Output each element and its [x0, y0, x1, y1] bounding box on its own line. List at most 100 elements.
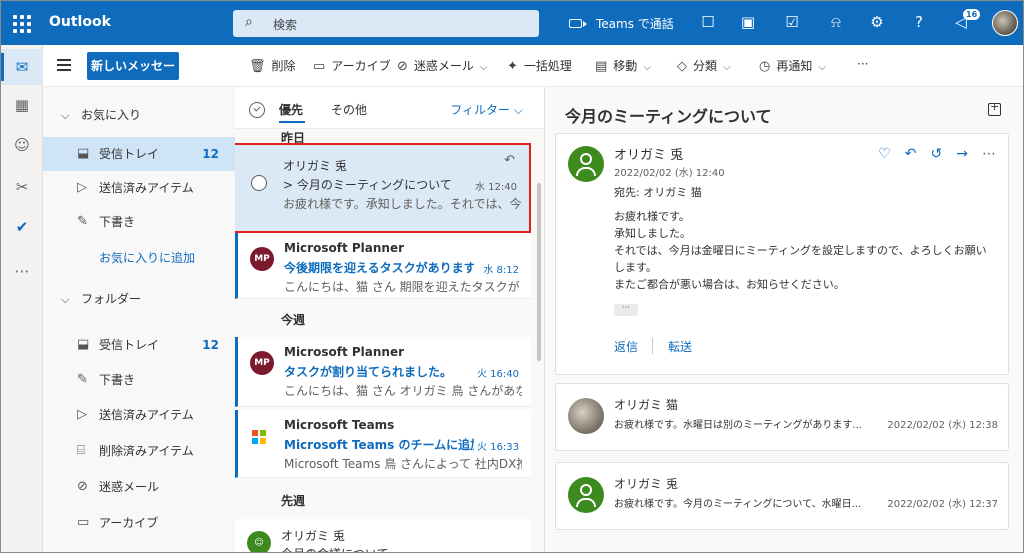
filter-button[interactable]: フィルター ⌵ [450, 101, 523, 118]
archive-icon: ▭ [77, 515, 90, 530]
tab-other[interactable]: その他 [331, 101, 367, 118]
people-icon[interactable]: ☺ [1, 127, 43, 163]
message-time: 水 12:40 [475, 182, 517, 193]
message-recipients: 宛先: オリガミ 猫 [614, 186, 702, 199]
folder-archive[interactable]: ▭ アーカイブ [43, 506, 235, 540]
tab-focused[interactable]: 優先 [279, 101, 306, 123]
snooze-button[interactable]: ◷ 再通知 ⌵ [759, 57, 826, 74]
calendar-icon[interactable]: ▦ [1, 87, 43, 123]
reply-button[interactable]: 返信 [614, 338, 638, 355]
send-icon: ▷ [77, 180, 87, 195]
pencil-icon: ✎ [77, 214, 88, 229]
show-quoted-button[interactable]: ··· [614, 304, 638, 316]
list-item[interactable]: オリガミ 兎 ↶ > 今月のミーティングについて 水 12:40 お疲れ様です。… [235, 143, 531, 233]
app-title[interactable]: Outlook [49, 14, 111, 30]
message-preview: お疲れ様です。今月のミーティングについて、水曜日... [614, 499, 862, 510]
select-radio[interactable] [251, 175, 267, 191]
list-item[interactable]: MP Microsoft Planner 今後期限を迎えるタスクがあります。 水… [235, 233, 531, 299]
waffle-icon[interactable] [11, 13, 31, 33]
add-favorite-link[interactable]: お気に入りに追加 [43, 241, 235, 275]
forward-button[interactable]: 転送 [668, 338, 692, 355]
block-icon: ⊘ [397, 59, 408, 74]
popout-icon[interactable] [988, 100, 1001, 116]
search-box[interactable]: ⌕ 検索 [233, 10, 539, 37]
bell-icon[interactable]: ⍾ [826, 13, 846, 31]
sweep-button[interactable]: ✦ 一括処理 [507, 57, 572, 74]
new-message-button[interactable]: 新しいメッセージ [87, 52, 179, 101]
categorize-button[interactable]: ◇ 分類 ⌵ [677, 57, 731, 74]
favorites-header[interactable]: ⌵ お気に入り [61, 106, 141, 123]
reply-icon[interactable]: ↶ [905, 146, 917, 162]
message-time: 水 8:12 [483, 265, 519, 276]
message-preview: お疲れ様です。承知しました。それでは、今月... [283, 197, 521, 211]
teams-call-button[interactable]: Teams で通話 [569, 15, 674, 32]
avatar: MP [250, 247, 274, 271]
folders-header[interactable]: ⌵ フォルダー [61, 290, 141, 307]
archive-label: アーカイブ [331, 59, 391, 73]
forward-icon[interactable]: → [956, 146, 968, 162]
divider [652, 338, 653, 354]
message-time: 火 16:40 [477, 369, 519, 380]
message-date: 2022/02/02 (水) 12:40 [614, 168, 725, 179]
junk-label: 迷惑メール [413, 59, 474, 73]
folder-sent[interactable]: ▷ 送信済みアイテム [43, 398, 235, 432]
folder-junk[interactable]: ⊘ 迷惑メール [43, 470, 235, 504]
more-apps-icon[interactable]: ⋯ [1, 253, 43, 289]
folder-drafts[interactable]: ✎ 下書き [43, 363, 235, 397]
folder-label: 下書き [99, 373, 136, 387]
folder-inbox[interactable]: ⬓ 受信トレイ 12 [43, 328, 235, 362]
junk-button[interactable]: ⊘ 迷惑メール ⌵ [397, 57, 488, 74]
categorize-label: 分類 [693, 59, 718, 73]
message-sender: Microsoft Planner [284, 345, 404, 359]
message-time: 2022/02/02 (水) 12:37 [887, 499, 998, 510]
group-header-this-week: 今週 [281, 313, 306, 327]
body-line: またご都合が悪い場合は、お知らせください。 [614, 278, 845, 291]
folder-label: 迷惑メール [99, 480, 160, 494]
hamburger-icon[interactable] [57, 59, 71, 71]
more-commands-button[interactable]: ··· [857, 57, 868, 71]
todo-icon[interactable]: ☑ [782, 13, 802, 31]
gear-icon[interactable]: ⚙ [867, 13, 887, 31]
message-preview: こんにちは、猫 さん 期限を迎えたタスクが Mic... [284, 280, 522, 294]
fav-folder-inbox[interactable]: ⬓ 受信トレイ 12 [43, 137, 235, 171]
list-item[interactable]: Microsoft Teams Microsoft Teams のチームに追加.… [235, 410, 531, 478]
folder-label: 削除済みアイテム [99, 444, 194, 458]
avatar [568, 398, 604, 434]
thread-message[interactable]: オリガミ 猫 お疲れ様です。水曜日は別のミーティングがあります... 2022/… [555, 383, 1009, 451]
message-preview: お疲れ様です。水曜日は別のミーティングがあります... [614, 420, 862, 431]
fav-folder-drafts[interactable]: ✎ 下書き [43, 205, 235, 239]
attach-icon[interactable]: ✂ [1, 169, 43, 205]
check-icon[interactable]: ✔ [1, 209, 43, 245]
message-subject: タスクが割り当てられました。 [284, 365, 453, 379]
thread-message[interactable]: オリガミ 兎 お疲れ様です。今月のミーティングについて、水曜日... 2022/… [555, 462, 1009, 530]
fav-folder-sent[interactable]: ▷ 送信済みアイテム [43, 171, 235, 205]
more-icon[interactable]: ⋯ [982, 146, 996, 162]
delete-button[interactable]: 🗑︎ 削除 [249, 57, 296, 74]
message-sender: オリガミ 兎 [614, 148, 684, 163]
message-preview: こんにちは、猫 さん オリガミ 鳥 さんがあなたに... [284, 384, 522, 398]
reply-all-icon[interactable]: ↺ [931, 146, 943, 162]
clock-icon: ◷ [759, 59, 771, 74]
list-item[interactable]: MP Microsoft Planner タスクが割り当てられました。 火 16… [235, 337, 531, 407]
office-icon[interactable]: ▣ [738, 13, 758, 31]
select-all-icon[interactable] [249, 102, 265, 118]
message-sender: Microsoft Teams [284, 418, 395, 432]
snooze-label: 再通知 [776, 59, 813, 73]
list-header: 優先 その他 フィルター ⌵ [235, 87, 544, 129]
unread-count: 12 [202, 338, 219, 352]
archive-icon: ▭ [313, 59, 326, 74]
like-icon[interactable]: ♡ [878, 146, 891, 162]
mail-icon[interactable]: ✉ [1, 49, 43, 85]
folder-pane: ⌵ お気に入り ⬓ 受信トレイ 12 ▷ 送信済みアイテム ✎ 下書き お気に入りに追加 … [43, 87, 235, 552]
pencil-icon: ✎ [77, 372, 88, 387]
help-icon[interactable]: ? [909, 13, 929, 31]
message-sender: オリガミ 猫 [614, 398, 678, 412]
archive-button[interactable]: ▭ アーカイブ [313, 57, 391, 74]
top-bar: Outlook ⌕ 検索 Teams で通話 ☐ ▣ ☑ ⍾ ⚙ ? ◁ 16 [1, 1, 1023, 45]
folder-deleted[interactable]: ⌸ 削除済みアイテム [43, 434, 235, 468]
chat-icon[interactable]: ☐ [698, 13, 718, 31]
avatar[interactable] [992, 10, 1018, 36]
list-item[interactable]: ☺ オリガミ 兎 今月の会議について [235, 519, 531, 552]
scrollbar[interactable] [537, 183, 541, 361]
move-button[interactable]: ▤ 移動 ⌵ [595, 57, 651, 74]
